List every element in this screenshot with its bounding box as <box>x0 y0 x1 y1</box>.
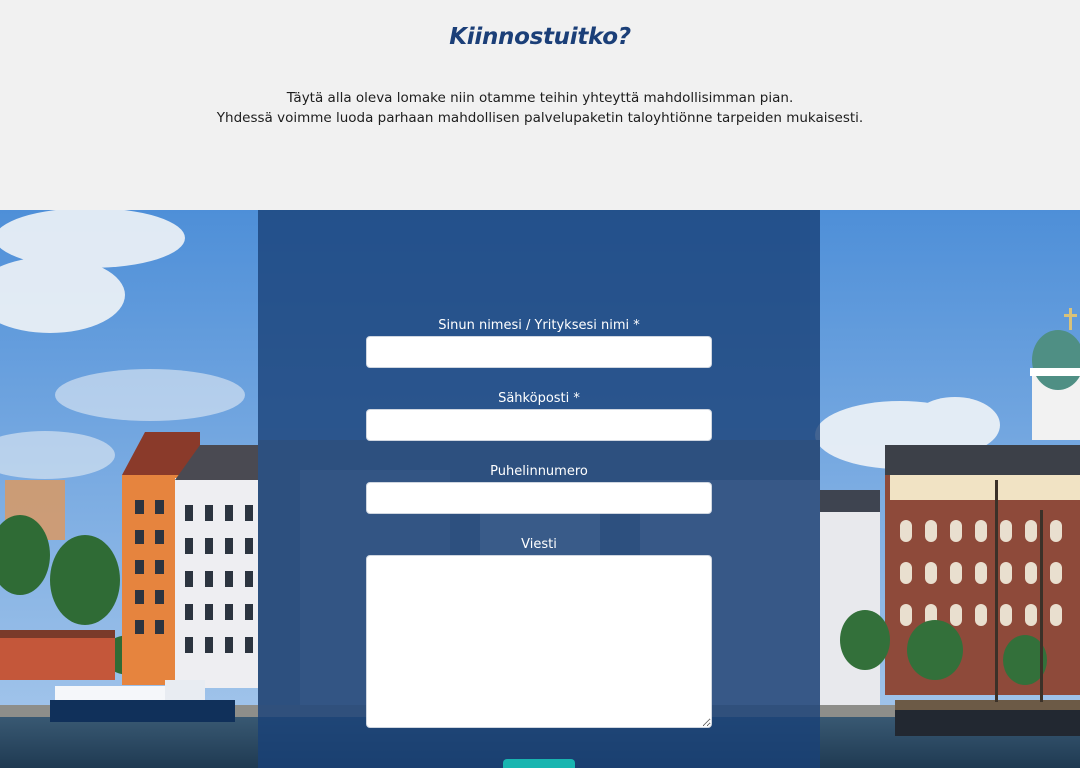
email-field-group: Sähköposti * <box>366 390 712 441</box>
intro-text: Täytä alla oleva lomake niin otamme teih… <box>0 88 1080 128</box>
email-input[interactable] <box>366 409 712 441</box>
phone-input[interactable] <box>366 482 712 514</box>
message-label: Viesti <box>521 537 557 552</box>
contact-form: Sinun nimesi / Yrityksesi nimi * Sähköpo… <box>258 210 820 768</box>
name-input[interactable] <box>366 336 712 368</box>
name-field-group: Sinun nimesi / Yrityksesi nimi * <box>366 317 712 368</box>
name-label: Sinun nimesi / Yrityksesi nimi * <box>438 318 640 333</box>
message-field-group: Viesti <box>366 536 712 728</box>
phone-field-group: Puhelinnumero <box>366 463 712 514</box>
message-textarea[interactable] <box>366 555 712 728</box>
submit-button[interactable] <box>503 759 575 768</box>
email-label: Sähköposti * <box>498 391 580 406</box>
page-title: Kiinnostuitko? <box>449 24 631 50</box>
intro-line-1: Täytä alla oleva lomake niin otamme teih… <box>286 90 794 106</box>
intro-line-2: Yhdessä voimme luoda parhaan mahdollisen… <box>216 110 864 126</box>
phone-label: Puhelinnumero <box>490 464 588 479</box>
intro-section: Kiinnostuitko? Täytä alla oleva lomake n… <box>0 0 1080 210</box>
